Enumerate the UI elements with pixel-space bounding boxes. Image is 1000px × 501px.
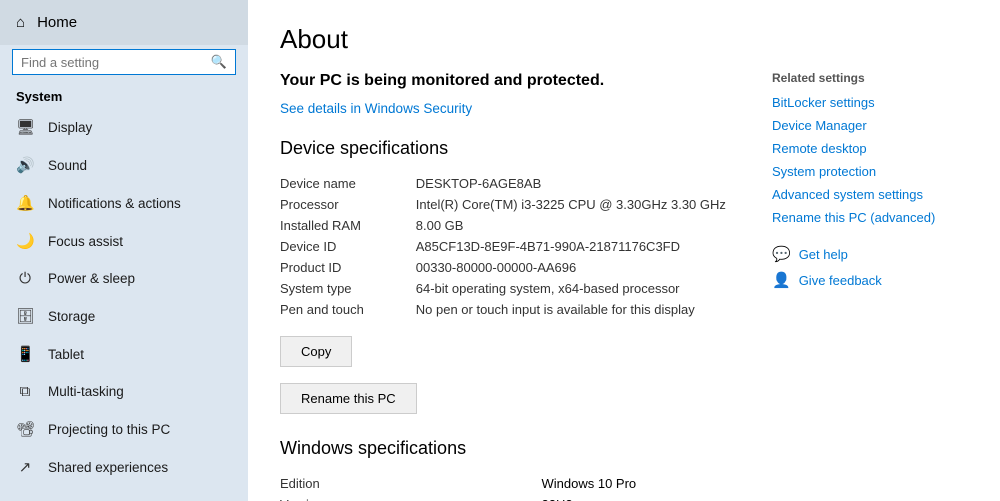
spec-label: Pen and touch (280, 299, 416, 320)
sidebar-item-multitasking[interactable]: ⧉ Multi-tasking (0, 373, 248, 410)
table-row: Device IDA85CF13D-8E9F-4B71-990A-2187117… (280, 236, 748, 257)
windows-spec-section: Windows specifications EditionWindows 10… (280, 438, 748, 501)
spec-label: Processor (280, 194, 416, 215)
sidebar-section-label: System (0, 83, 248, 108)
multitasking-icon: ⧉ (16, 383, 34, 400)
table-row: Product ID00330-80000-00000-AA696 (280, 257, 748, 278)
table-row: Version22H2 (280, 494, 748, 501)
sidebar-item-focus[interactable]: 🌙 Focus assist (0, 222, 248, 260)
sidebar-item-label: Tablet (48, 347, 84, 362)
table-row: System type64-bit operating system, x64-… (280, 278, 748, 299)
related-settings-link[interactable]: BitLocker settings (772, 95, 968, 110)
device-specs-table: Device nameDESKTOP-6AGE8ABProcessorIntel… (280, 173, 748, 320)
sound-icon: 🔊 (16, 156, 34, 174)
spec-value: 8.00 GB (416, 215, 748, 236)
sidebar-home-button[interactable]: ⌂ Home (0, 0, 248, 45)
related-settings-link[interactable]: System protection (772, 164, 968, 179)
projecting-icon: 📽 (16, 420, 34, 438)
spec-value: 00330-80000-00000-AA696 (416, 257, 748, 278)
rename-button[interactable]: Rename this PC (280, 383, 417, 414)
sidebar-item-sound[interactable]: 🔊 Sound (0, 146, 248, 184)
get-help-icon: 💬 (772, 245, 791, 263)
home-label: Home (37, 14, 77, 31)
spec-label: System type (280, 278, 416, 299)
spec-value: DESKTOP-6AGE8AB (416, 173, 748, 194)
table-row: ProcessorIntel(R) Core(TM) i3-3225 CPU @… (280, 194, 748, 215)
storage-icon: 🗄 (16, 307, 34, 325)
related-settings-title: Related settings (772, 71, 968, 85)
sidebar-item-power[interactable]: ⏻ Power & sleep (0, 260, 248, 297)
security-link[interactable]: See details in Windows Security (280, 101, 472, 116)
display-icon: 🖥 (16, 118, 34, 136)
give-feedback-label: Give feedback (799, 273, 882, 288)
sidebar-item-projecting[interactable]: 📽 Projecting to this PC (0, 410, 248, 448)
search-input[interactable] (21, 55, 205, 70)
get-help-button[interactable]: 💬 Get help (772, 245, 968, 263)
sidebar-item-label: Focus assist (48, 234, 123, 249)
search-container: 🔍 (12, 49, 236, 75)
search-icon: 🔍 (211, 54, 227, 70)
notifications-icon: 🔔 (16, 194, 34, 212)
related-settings-panel: Related settings BitLocker settings Devic… (748, 71, 968, 501)
spec-label: Edition (280, 473, 542, 494)
related-settings-link[interactable]: Remote desktop (772, 141, 968, 156)
spec-label: Device ID (280, 236, 416, 257)
page-title: About (280, 24, 968, 55)
shared-icon: ↗ (16, 458, 34, 476)
sidebar-item-label: Power & sleep (48, 271, 135, 286)
monitored-text: Your PC is being monitored and protected… (280, 71, 748, 92)
spec-value: Windows 10 Pro (542, 473, 749, 494)
sidebar: ⌂ Home 🔍 System 🖥 Display 🔊 Sound 🔔 Noti… (0, 0, 248, 501)
content-main: Your PC is being monitored and protected… (280, 71, 748, 501)
tablet-icon: 📱 (16, 345, 34, 363)
related-settings-link[interactable]: Device Manager (772, 118, 968, 133)
table-row: Pen and touchNo pen or touch input is av… (280, 299, 748, 320)
sidebar-item-label: Shared experiences (48, 460, 168, 475)
content-layout: Your PC is being monitored and protected… (280, 71, 968, 501)
spec-label: Device name (280, 173, 416, 194)
give-feedback-button[interactable]: 👤 Give feedback (772, 271, 968, 289)
table-row: Installed RAM8.00 GB (280, 215, 748, 236)
help-section: 💬 Get help 👤 Give feedback (772, 245, 968, 289)
spec-value: 22H2 (542, 494, 749, 501)
copy-button[interactable]: Copy (280, 336, 352, 367)
sidebar-item-shared[interactable]: ↗ Shared experiences (0, 448, 248, 486)
sidebar-item-label: Storage (48, 309, 95, 324)
main-content: About Your PC is being monitored and pro… (248, 0, 1000, 501)
spec-label: Installed RAM (280, 215, 416, 236)
sidebar-item-storage[interactable]: 🗄 Storage (0, 297, 248, 335)
spec-value: A85CF13D-8E9F-4B71-990A-21871176C3FD (416, 236, 748, 257)
related-settings-link[interactable]: Advanced system settings (772, 187, 968, 202)
device-section-heading: Device specifications (280, 138, 748, 159)
home-icon: ⌂ (16, 14, 25, 31)
give-feedback-icon: 👤 (772, 271, 791, 289)
windows-section-heading: Windows specifications (280, 438, 748, 459)
windows-specs-table: EditionWindows 10 ProVersion22H2Installe… (280, 473, 748, 501)
spec-label: Version (280, 494, 542, 501)
sidebar-item-label: Projecting to this PC (48, 422, 170, 437)
spec-value: No pen or touch input is available for t… (416, 299, 748, 320)
table-row: Device nameDESKTOP-6AGE8AB (280, 173, 748, 194)
sidebar-item-notifications[interactable]: 🔔 Notifications & actions (0, 184, 248, 222)
sidebar-item-display[interactable]: 🖥 Display (0, 108, 248, 146)
sidebar-item-label: Sound (48, 158, 87, 173)
spec-value: Intel(R) Core(TM) i3-3225 CPU @ 3.30GHz … (416, 194, 748, 215)
sidebar-item-label: Multi-tasking (48, 384, 124, 399)
related-settings-link[interactable]: Rename this PC (advanced) (772, 210, 968, 225)
sidebar-item-tablet[interactable]: 📱 Tablet (0, 335, 248, 373)
spec-label: Product ID (280, 257, 416, 278)
power-icon: ⏻ (16, 270, 34, 287)
spec-value: 64-bit operating system, x64-based proce… (416, 278, 748, 299)
focus-icon: 🌙 (16, 232, 34, 250)
sidebar-item-label: Notifications & actions (48, 196, 181, 211)
table-row: EditionWindows 10 Pro (280, 473, 748, 494)
sidebar-item-label: Display (48, 120, 92, 135)
get-help-label: Get help (799, 247, 848, 262)
